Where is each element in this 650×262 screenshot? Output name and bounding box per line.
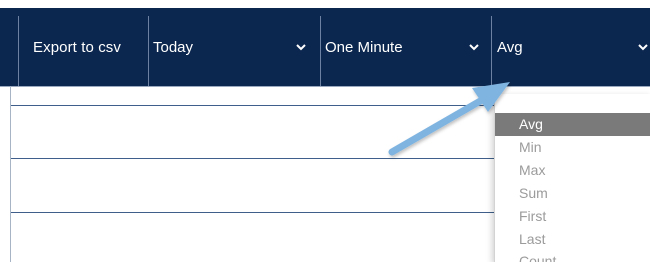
chevron-down-icon [296,43,306,50]
page: Export to csv Today One Minute Avg Avg M… [0,0,650,262]
toolbar-divider [320,16,321,86]
menu-option-count[interactable]: Count [495,250,650,262]
date-range-select[interactable]: Today [153,8,313,86]
toolbar-divider [148,16,149,86]
chevron-down-icon [469,43,479,50]
export-csv-button[interactable]: Export to csv [33,8,145,86]
interval-value: One Minute [325,38,403,56]
toolbar: Export to csv Today One Minute Avg [0,8,650,87]
chevron-down-icon [638,43,648,50]
menu-option-sum[interactable]: Sum [495,182,650,205]
table-row-divider [11,212,501,213]
date-range-value: Today [153,38,194,56]
menu-option-first[interactable]: First [495,205,650,228]
aggregation-value: Avg [497,38,523,56]
toolbar-divider [18,16,19,86]
export-csv-label: Export to csv [33,38,121,56]
annotation-arrow [388,82,510,156]
menu-option-last[interactable]: Last [495,228,650,251]
